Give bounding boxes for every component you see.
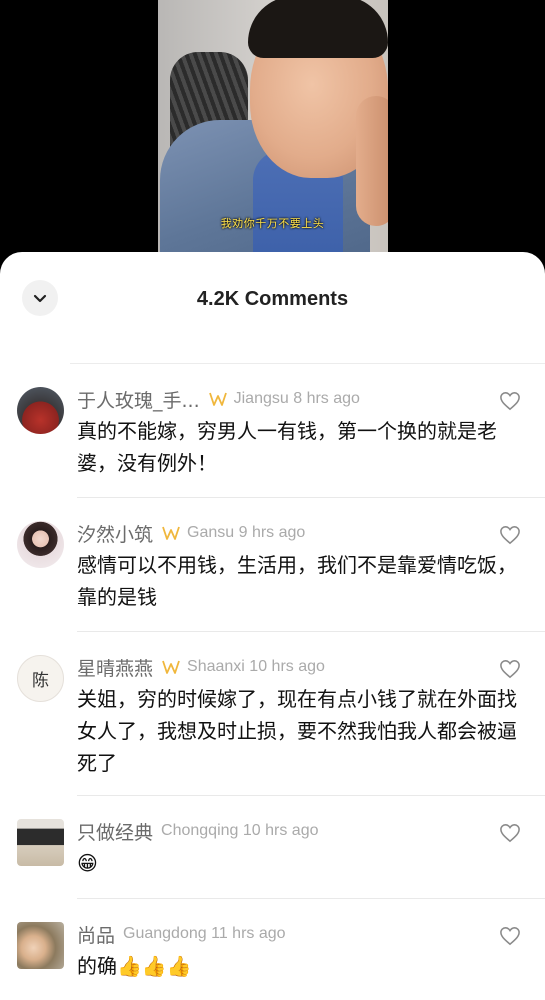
comment-location: Jiangsu — [233, 390, 289, 407]
avatar[interactable]: 陈 — [17, 655, 64, 702]
comment-text: 真的不能嫁，穷男人一有钱，第一个换的就是老婆，没有例外！ — [77, 419, 497, 475]
heart-icon[interactable] — [499, 391, 521, 411]
comment-item: 尚品 Guangdong 11 hrs ago 的确👍👍👍 — [0, 899, 545, 999]
comment-item: 汐然小筑 Gansu 9 hrs ago 感情可以不用钱，生活用，我们不是靠爱情… — [0, 498, 545, 632]
comment-time: 9 hrs ago — [238, 524, 306, 541]
crown-badge-icon — [208, 392, 227, 406]
avatar-initial: 陈 — [32, 671, 49, 691]
comment-username[interactable]: 汐然小筑 — [77, 520, 153, 547]
heart-icon[interactable] — [499, 659, 521, 679]
person-hair — [248, 0, 388, 58]
comment-username[interactable]: 于人玫瑰_手... — [77, 386, 200, 413]
crown-badge-icon — [162, 526, 180, 540]
comment-item: 陈 星晴燕燕 Shaanxi 10 hrs ago 关姐，穷的时候嫁了，现在有点… — [0, 632, 545, 796]
comment-username[interactable]: 星晴燕燕 — [77, 654, 153, 681]
avatar[interactable] — [17, 387, 64, 434]
heart-icon[interactable] — [499, 525, 521, 545]
avatar[interactable] — [17, 521, 64, 568]
comment-text: 感情可以不用钱，生活用，我们不是靠爱情吃饭，靠的是钱 — [77, 553, 517, 609]
comment-time: 8 hrs ago — [293, 390, 360, 407]
comment-location: Guangdong — [123, 925, 207, 942]
comment-time: 10 hrs ago — [242, 822, 319, 839]
comment-username[interactable]: 尚品 — [77, 921, 115, 948]
comment-text: 关姐，穷的时候嫁了，现在有点小钱了就在外面找女人了，我想及时止损，要不然我怕我人… — [77, 687, 517, 775]
heart-icon[interactable] — [499, 823, 521, 843]
comments-count-title: 4.2K Comments — [196, 288, 349, 310]
comment-location: Shaanxi — [187, 658, 245, 675]
comment-item: 只做经典 Chongqing 10 hrs ago 😁 — [0, 796, 545, 899]
comment-location: Chongqing — [161, 822, 239, 839]
comment-text: 😁 — [77, 851, 98, 875]
crown-badge-icon — [162, 660, 180, 674]
comment-username[interactable]: 只做经典 — [77, 818, 153, 845]
video-caption: 我劝你千万不要上头 — [220, 217, 325, 230]
comment-item: 于人玫瑰_手... Jiangsu 8 hrs ago 真的不能嫁，穷男人一有钱… — [0, 364, 545, 498]
sheet-header: 4.2K Comments — [0, 252, 545, 364]
comment-text: 的确👍👍👍 — [77, 954, 192, 978]
comments-sheet: 4.2K Comments 于人玫瑰_手... Jiangsu 8 hrs ag… — [0, 252, 545, 1000]
comment-time: 11 hrs ago — [211, 925, 286, 942]
avatar[interactable] — [17, 819, 64, 866]
avatar[interactable] — [17, 922, 64, 969]
person-hand — [356, 96, 388, 226]
heart-icon[interactable] — [499, 926, 521, 946]
comment-time: 10 hrs ago — [249, 658, 325, 675]
video-preview[interactable]: 我劝你千万不要上头 — [0, 0, 545, 270]
comment-location: Gansu — [187, 524, 235, 541]
